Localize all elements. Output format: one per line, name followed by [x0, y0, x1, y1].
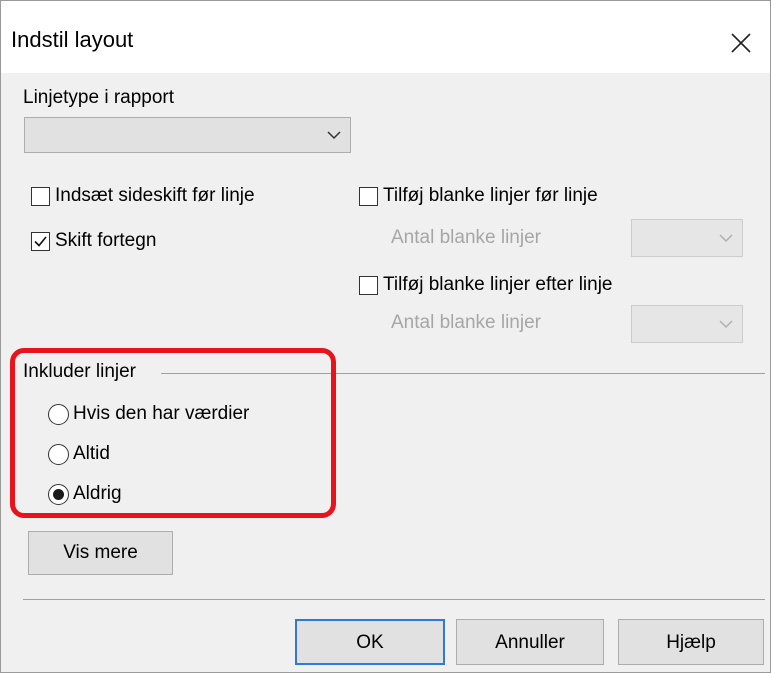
radio-selected-dot	[53, 489, 64, 500]
change-sign-checkbox[interactable]	[31, 232, 50, 251]
radio-always-label: Altid	[73, 443, 110, 464]
show-more-button[interactable]: Vis mere	[28, 531, 173, 575]
chevron-down-icon	[719, 234, 733, 243]
help-label: Hjælp	[666, 632, 716, 653]
help-button[interactable]: Hjælp	[618, 619, 764, 665]
footer-separator	[23, 599, 765, 600]
ok-label: OK	[356, 632, 384, 653]
cancel-label: Annuller	[495, 632, 565, 653]
blank-after-count-dropdown[interactable]	[631, 305, 743, 343]
blank-before-count-label: Antal blanke linjer	[391, 227, 541, 248]
dialog-title: Indstil layout	[11, 27, 134, 52]
cancel-button[interactable]: Annuller	[456, 619, 604, 665]
radio-always[interactable]	[48, 444, 69, 465]
check-icon	[34, 236, 47, 247]
blank-after-label: Tilføj blanke linjer efter linje	[383, 274, 613, 295]
blank-before-checkbox[interactable]	[359, 187, 378, 206]
radio-if-values-label: Hvis den har værdier	[73, 403, 250, 424]
line-type-label: Linjetype i rapport	[23, 87, 175, 108]
close-icon	[731, 33, 751, 53]
blank-after-checkbox[interactable]	[359, 276, 378, 295]
title-bar: Indstil layout	[1, 1, 770, 73]
blank-before-label: Tilføj blanke linjer før linje	[383, 185, 598, 206]
page-break-label: Indsæt sideskift før linje	[55, 185, 255, 206]
include-lines-group-label: Inkluder linjer	[23, 361, 136, 382]
group-separator	[161, 373, 765, 374]
page-break-checkbox[interactable]	[31, 187, 50, 206]
show-more-label: Vis mere	[63, 542, 138, 563]
close-button[interactable]	[721, 23, 761, 63]
layout-dialog: Indstil layout Linjetype i rapport Indsæ…	[0, 0, 771, 673]
chevron-down-icon	[327, 131, 341, 140]
chevron-down-icon	[719, 320, 733, 329]
radio-if-values[interactable]	[48, 404, 69, 425]
line-type-dropdown[interactable]	[24, 117, 351, 153]
change-sign-label: Skift fortegn	[55, 230, 157, 251]
radio-never[interactable]	[48, 484, 69, 505]
radio-never-label: Aldrig	[73, 483, 122, 504]
blank-before-count-dropdown[interactable]	[631, 219, 743, 257]
ok-button[interactable]: OK	[295, 619, 445, 665]
blank-after-count-label: Antal blanke linjer	[391, 312, 541, 333]
